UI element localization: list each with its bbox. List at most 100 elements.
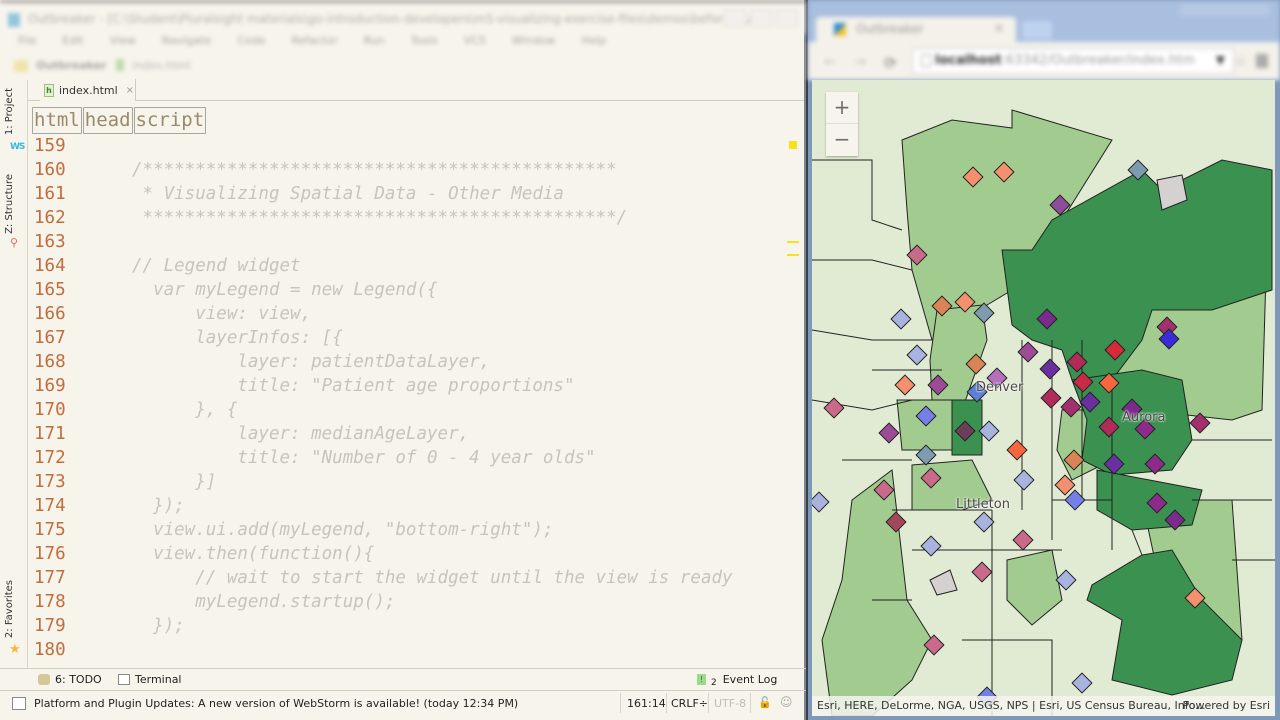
line-number: 164 (34, 256, 66, 276)
reload-icon[interactable]: ⟳ (884, 54, 897, 72)
code-line[interactable]: 169 title: "Patient age proportions" (28, 374, 798, 398)
breadcrumb-head[interactable]: head (82, 107, 133, 134)
code-line[interactable]: 172 title: "Number of 0 - 4 year olds" (28, 446, 798, 470)
patient-marker[interactable] (1039, 358, 1061, 380)
location-pin-icon[interactable]: ▼ (1216, 53, 1225, 67)
menu-refactor[interactable]: Refactor (291, 34, 337, 54)
close-window-button[interactable] (776, 9, 798, 27)
event-log-button[interactable]: ! 2 Event Log (697, 673, 777, 688)
browser-tab[interactable]: Outbreaker × (816, 17, 1016, 43)
line-number: 170 (34, 400, 66, 420)
menu-view[interactable]: View (110, 34, 136, 54)
code-line[interactable]: 177 // wait to start the widget until th… (28, 566, 798, 590)
tool-tab-favorites[interactable]: 2: Favorites (4, 580, 15, 638)
patient-marker[interactable] (971, 561, 993, 583)
patient-marker[interactable] (812, 491, 830, 513)
code-line[interactable]: 173 }] (28, 470, 798, 494)
caret-position[interactable]: 161:14 (627, 697, 666, 710)
code-line[interactable]: 170 }, { (28, 398, 798, 422)
menu-navigate[interactable]: Navigate (162, 34, 211, 54)
window-title: Outbreaker - [C:\Student\Pluralsight mat… (28, 12, 768, 26)
forward-arrow-icon[interactable]: → (854, 54, 866, 70)
patient-marker[interactable] (973, 511, 995, 533)
code-breadcrumbs: html head script (32, 107, 207, 134)
city-label-denver: Denver (976, 380, 1024, 395)
status-message[interactable]: Platform and Plugin Updates: A new versi… (34, 697, 518, 710)
structure-icon: ⚲ (10, 236, 19, 249)
new-tab-button[interactable] (1022, 21, 1052, 39)
patient-marker[interactable] (1071, 672, 1093, 694)
patient-marker[interactable] (1040, 387, 1062, 409)
error-stripe-marker[interactable] (787, 241, 799, 243)
menu-help[interactable]: Help (581, 34, 606, 54)
code-line[interactable]: 180 (28, 638, 798, 662)
close-tab-icon[interactable]: × (994, 21, 1004, 35)
code-line[interactable]: 165 var myLegend = new Legend({ (28, 278, 798, 302)
maximize-button[interactable] (750, 9, 772, 27)
code-editor[interactable]: 159 160 /*********************************… (28, 134, 804, 664)
menu-code[interactable]: Code (237, 34, 265, 54)
zoom-out-button[interactable]: − (826, 124, 858, 156)
code-line[interactable]: 163 (28, 230, 798, 254)
back-arrow-icon[interactable]: ← (824, 54, 836, 70)
code-text: * Visualizing Spatial Data - Other Media (132, 184, 564, 204)
menu-edit[interactable]: Edit (62, 34, 83, 54)
attribution-sources[interactable]: Esri, HERE, DeLorme, NGA, USGS, NPS | Es… (817, 699, 1206, 712)
menu-vcs[interactable]: VCS (464, 34, 486, 54)
menu-window[interactable]: Window (512, 34, 555, 54)
menu-tools[interactable]: Tools (411, 34, 438, 54)
powered-by-esri[interactable]: Powered by Esri (1182, 699, 1270, 712)
browser-menu-icon[interactable] (1256, 54, 1268, 68)
patient-marker[interactable] (1017, 341, 1039, 363)
breadcrumb-html[interactable]: html (32, 107, 82, 134)
lock-icon[interactable]: 🔓 (758, 696, 772, 709)
file-encoding[interactable]: UTF-8 (714, 697, 746, 710)
patient-marker[interactable] (1013, 469, 1035, 491)
inspector-icon[interactable]: ☺ (780, 695, 793, 709)
patient-marker[interactable] (1012, 529, 1034, 551)
code-line[interactable]: 162 ************************************… (28, 206, 798, 230)
address-bar[interactable]: localhost:63342/Outbreaker/index.htm ▼ (912, 48, 1234, 74)
code-line[interactable]: 171 layer: medianAgeLayer, (28, 422, 798, 446)
code-line[interactable]: 178 myLegend.startup(); (28, 590, 798, 614)
nav-file[interactable]: index.html (132, 59, 191, 72)
patient-marker[interactable] (906, 344, 928, 366)
code-line[interactable]: 164 // Legend widget (28, 254, 798, 278)
patient-marker[interactable] (1006, 439, 1028, 461)
patient-marker[interactable] (878, 422, 900, 444)
tool-tab-structure[interactable]: Z: Structure (4, 174, 15, 234)
breadcrumb-script[interactable]: script (133, 107, 207, 134)
code-line[interactable]: 161 * Visualizing Spatial Data - Other M… (28, 182, 798, 206)
zoom-in-button[interactable]: + (826, 92, 858, 124)
patient-marker[interactable] (920, 535, 942, 557)
close-tab-icon[interactable]: × (126, 85, 134, 96)
patient-marker[interactable] (894, 374, 916, 396)
menu-file[interactable]: File (18, 34, 36, 54)
editor-tab-index-html[interactable]: h index.html × (40, 79, 136, 101)
code-line[interactable]: 160 /************************************… (28, 158, 798, 182)
code-line[interactable]: 168 layer: patientDataLayer, (28, 350, 798, 374)
menu-run[interactable]: Run (364, 34, 385, 54)
minimize-button[interactable] (724, 9, 746, 27)
todo-tool-button[interactable]: 6: TODO (38, 673, 102, 686)
bookmark-star-icon[interactable]: ☆ (1234, 54, 1247, 70)
code-line[interactable]: 159 (28, 134, 798, 158)
code-line[interactable]: 167 layerInfos: [{ (28, 326, 798, 350)
code-line[interactable]: 179 }); (28, 614, 798, 638)
error-stripe-marker[interactable] (787, 254, 799, 256)
code-line[interactable]: 166 view: view, (28, 302, 798, 326)
patient-marker[interactable] (823, 397, 845, 419)
error-stripe-marker[interactable] (789, 141, 797, 149)
code-line[interactable]: 176 view.then(function(){ (28, 542, 798, 566)
tool-windows-toggle[interactable] (12, 697, 26, 710)
code-line[interactable]: 174 }); (28, 494, 798, 518)
browser-window-controls[interactable] (1180, 4, 1270, 16)
tool-tab-project[interactable]: 1: Project (4, 88, 15, 135)
code-line[interactable]: 175 view.ui.add(myLegend, "bottom-right"… (28, 518, 798, 542)
line-number: 175 (34, 520, 66, 540)
map-view[interactable]: + − Denver Aurora Littleton Esri, HERE, … (812, 80, 1275, 716)
nav-project[interactable]: Outbreaker (36, 59, 107, 72)
terminal-tool-button[interactable]: Terminal (118, 673, 182, 686)
line-separator[interactable]: CRLF÷ (671, 697, 708, 710)
patient-marker[interactable] (890, 308, 912, 330)
